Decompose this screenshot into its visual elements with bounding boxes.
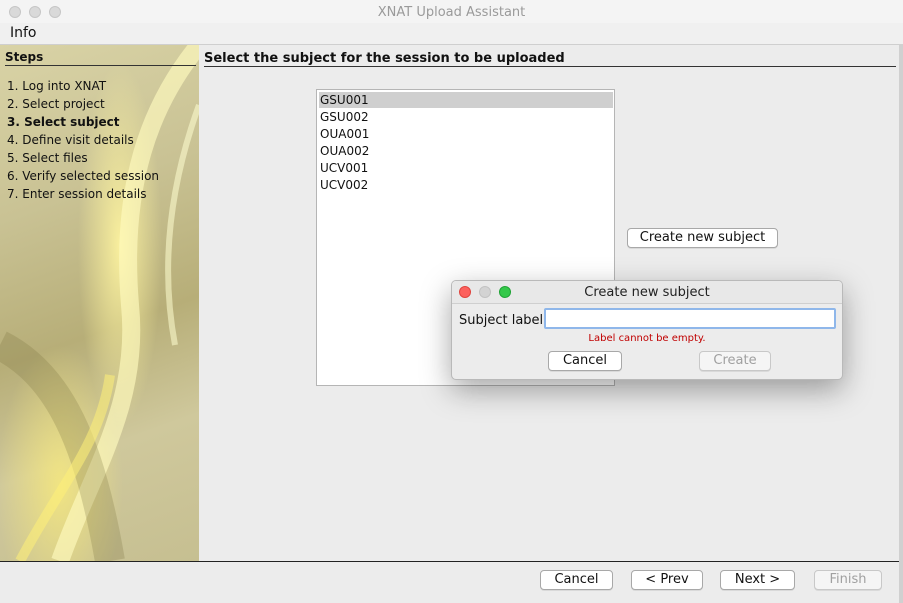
finish-button[interactable]: Finish (814, 570, 882, 590)
subject-list-item[interactable]: GSU002 (319, 109, 613, 125)
subject-list-item[interactable]: GSU001 (319, 92, 613, 108)
step-item: 5. Select files (7, 151, 88, 165)
dialog-create-button[interactable]: Create (699, 351, 771, 371)
create-subject-dialog: Create new subject Subject label Label c… (451, 280, 843, 380)
step-item: 7. Enter session details (7, 187, 147, 201)
steps-divider (5, 65, 196, 66)
validation-error: Label cannot be empty. (588, 333, 706, 344)
window-title: XNAT Upload Assistant (377, 5, 526, 20)
steps-heading: Steps (5, 50, 44, 64)
step-item: 3. Select subject (7, 115, 120, 129)
window-right-edge (899, 44, 903, 603)
step-item: 2. Select project (7, 97, 105, 111)
subject-label-input[interactable] (544, 308, 836, 329)
subject-list-item[interactable]: UCV002 (319, 177, 613, 193)
cancel-button[interactable]: Cancel (540, 570, 613, 590)
subject-list-item[interactable]: UCV001 (319, 160, 613, 176)
dialog-title: Create new subject (584, 285, 710, 300)
step-item: 1. Log into XNAT (7, 79, 107, 93)
menu-info[interactable]: Info (10, 25, 37, 41)
steps-panel: Steps 1. Log into XNAT 2. Select project 3… (0, 45, 199, 561)
window-titlebar: XNAT Upload Assistant (0, 0, 903, 24)
subject-list-item[interactable]: OUA002 (319, 143, 613, 159)
page-title: Select the subject for the session to be… (204, 51, 565, 66)
footer-bar: Cancel < Prev Next > Finish (0, 562, 903, 603)
dialog-titlebar: Create new subject (452, 281, 842, 304)
dialog-cancel-button[interactable]: Cancel (548, 351, 622, 371)
step-item: 4. Define visit details (7, 133, 134, 147)
create-new-subject-button[interactable]: Create new subject (627, 228, 778, 248)
page-title-divider (204, 66, 896, 67)
next-button[interactable]: Next > (720, 570, 795, 590)
step-item: 6. Verify selected session (7, 169, 160, 183)
subject-label-label: Subject label (459, 313, 544, 328)
prev-button[interactable]: < Prev (631, 570, 703, 590)
subject-list-item[interactable]: OUA001 (319, 126, 613, 142)
menu-bar: Info (0, 23, 903, 45)
